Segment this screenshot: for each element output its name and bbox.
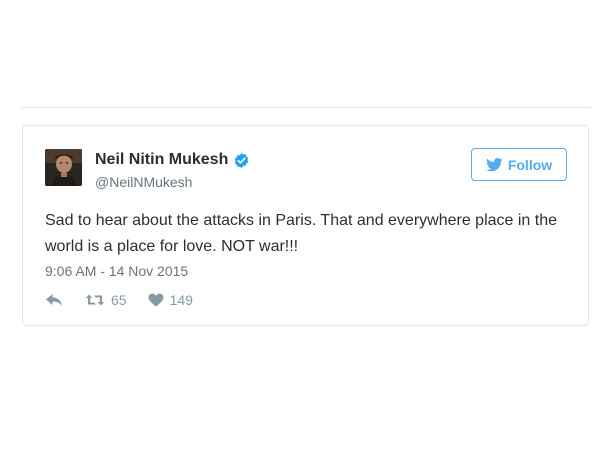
author-display-name[interactable]: Neil Nitin Mukesh [95, 150, 228, 170]
tweet-card: Neil Nitin Mukesh @NeilNMukesh Follow Sa… [22, 125, 589, 326]
tweet-text: Sad to hear about the attacks in Paris. … [45, 212, 558, 255]
heart-icon [148, 293, 164, 307]
tweet-timestamp[interactable]: 9:06 AM - 14 Nov 2015 [45, 262, 188, 280]
follow-button[interactable]: Follow [471, 148, 567, 181]
twitter-bird-icon [485, 157, 503, 172]
follow-button-label: Follow [507, 156, 553, 173]
reply-icon [45, 293, 63, 307]
reply-button[interactable] [45, 293, 63, 307]
top-divider [22, 107, 591, 108]
like-button[interactable]: 149 [148, 291, 193, 309]
verified-badge-icon [233, 152, 250, 169]
author-handle[interactable]: @NeilNMukesh [95, 173, 192, 191]
avatar[interactable] [45, 149, 82, 186]
retweet-button[interactable]: 65 [85, 291, 127, 309]
like-count: 149 [169, 292, 193, 308]
author-name-row: Neil Nitin Mukesh [95, 150, 250, 170]
tweet-actions: 65 149 [45, 290, 193, 310]
retweet-icon [85, 293, 105, 307]
retweet-count: 65 [111, 292, 127, 308]
